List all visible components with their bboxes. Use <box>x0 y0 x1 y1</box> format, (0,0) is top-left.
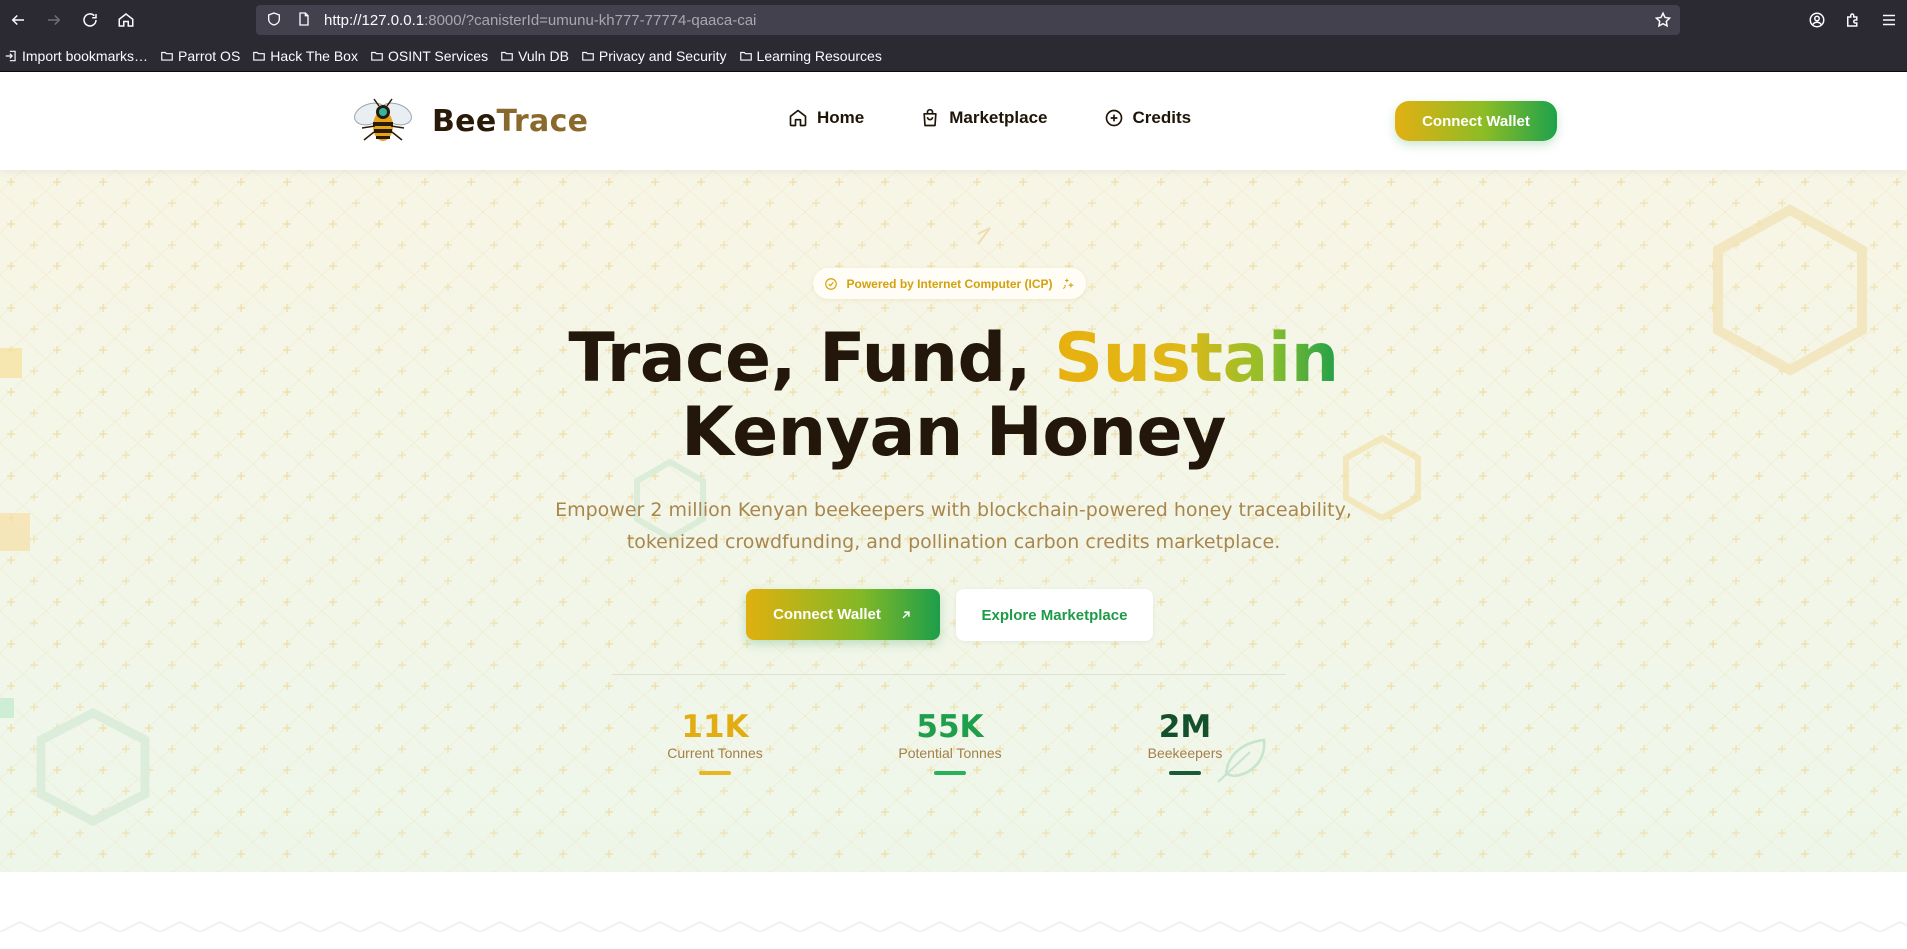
bookmark-label: Parrot OS <box>178 47 241 64</box>
folder-icon <box>739 51 752 61</box>
nav-credits-label: Credits <box>1132 108 1192 127</box>
brand-name: BeeTrace <box>432 103 589 139</box>
arrow-up-right-icon <box>902 610 910 618</box>
bookmark-folder-vuln-db[interactable]: Vuln DB <box>500 48 569 64</box>
back-arrow-icon <box>11 14 24 26</box>
browser-toolbar: http://127.0.0.1:8000/?canisterId=umunu-… <box>0 0 1907 40</box>
bookmarks-bar: Import bookmarks… Parrot OS Hack The Box… <box>0 40 1907 72</box>
import-icon <box>5 50 16 61</box>
stat-underline <box>934 771 966 775</box>
check-circle-icon <box>825 277 838 290</box>
brand-logo-link[interactable]: BeeTrace <box>352 94 588 148</box>
bookmark-folder-osint[interactable]: OSINT Services <box>370 48 488 64</box>
folder-icon <box>371 51 383 61</box>
bookmark-label: Hack The Box <box>270 47 358 64</box>
next-section-pattern <box>0 912 1907 949</box>
headline-line-2: Kenyan Honey <box>681 393 1226 472</box>
home-button[interactable] <box>108 0 144 40</box>
bookmark-folder-parrot-os[interactable]: Parrot OS <box>160 48 240 64</box>
menu-button[interactable] <box>1871 0 1907 40</box>
shield-icon <box>266 11 284 29</box>
puzzle-icon <box>1847 13 1858 27</box>
url-bar[interactable]: http://127.0.0.1:8000/?canisterId=umunu-… <box>256 5 1680 35</box>
stat-value: 11K <box>681 709 749 745</box>
home-icon <box>118 13 134 27</box>
nav-home-label: Home <box>817 108 865 127</box>
hero-headline: Trace, Fund, Sustain Kenyan Honey <box>0 322 1907 470</box>
bookmark-label: OSINT Services <box>387 47 489 64</box>
hero-subtitle: Empower 2 million Kenyan beekeepers with… <box>0 494 1907 558</box>
shopping-bag-icon <box>923 108 937 127</box>
reload-icon <box>83 13 97 27</box>
header-connect-wallet-button[interactable]: Connect Wallet <box>1395 101 1557 141</box>
stat-current-tonnes: 11K Current Tonnes <box>645 707 785 775</box>
explore-marketplace-button[interactable]: Explore Marketplace <box>956 589 1153 641</box>
stat-label: Potential Tonnes <box>898 745 1002 761</box>
bookmark-label: Privacy and Security <box>598 47 727 64</box>
stat-underline <box>699 771 731 775</box>
headline-accent: Sustain <box>1054 319 1339 398</box>
bookmark-import[interactable]: Import bookmarks… <box>4 48 148 64</box>
nav-credits[interactable]: Credits <box>1104 108 1192 128</box>
folder-icon <box>582 51 594 61</box>
nav-marketplace[interactable]: Marketplace <box>920 108 1048 128</box>
headline-line-1: Trace, Fund, Sustain <box>0 322 1907 396</box>
page-icon <box>296 11 314 29</box>
plus-circle-icon <box>1105 109 1122 127</box>
stat-label: Current Tonnes <box>667 745 763 761</box>
bookmark-folder-learning[interactable]: Learning Resources <box>739 48 882 64</box>
reload-button[interactable] <box>72 0 108 40</box>
home-icon <box>789 109 807 127</box>
sparkle-icon <box>1062 278 1073 289</box>
stat-label: Beekeepers <box>1147 745 1223 761</box>
header-connect-wallet-label: Connect Wallet <box>1422 112 1530 130</box>
bookmark-folder-privacy[interactable]: Privacy and Security <box>581 48 727 64</box>
main-nav: Home Marketplace Credits <box>788 108 1247 128</box>
hero-divider <box>612 674 1286 675</box>
stat-underline <box>1169 771 1201 775</box>
stat-value: 2M <box>1158 709 1212 745</box>
stat-potential-tonnes: 55K Potential Tonnes <box>880 707 1020 775</box>
back-button[interactable] <box>0 0 36 40</box>
nav-home[interactable]: Home <box>788 108 864 128</box>
headline-plain: Trace, Fund, <box>568 319 1055 398</box>
folder-icon <box>501 51 513 61</box>
icp-badge-text: Powered by Internet Computer (ICP) <box>846 276 1053 291</box>
forward-arrow-icon <box>48 14 61 26</box>
nav-marketplace-label: Marketplace <box>949 108 1048 127</box>
subtitle-line-2: tokenized crowdfunding, and pollination … <box>626 531 1281 553</box>
bookmark-star-icon[interactable] <box>1654 11 1672 29</box>
bookmark-label: Learning Resources <box>756 47 882 64</box>
bee-logo-icon <box>354 98 412 141</box>
account-button[interactable] <box>1799 0 1835 40</box>
subtitle-line-1: Empower 2 million Kenyan beekeepers with… <box>555 499 1352 521</box>
stat-beekeepers: 2M Beekeepers <box>1115 707 1255 775</box>
stat-value: 55K <box>916 709 984 745</box>
folder-icon <box>161 51 173 61</box>
account-icon <box>1809 12 1825 28</box>
icp-badge: Powered by Internet Computer (ICP) <box>813 268 1086 299</box>
explore-marketplace-label: Explore Marketplace <box>981 606 1128 624</box>
hero-connect-wallet-button[interactable]: Connect Wallet <box>746 589 940 640</box>
folder-icon <box>253 51 266 61</box>
extensions-button[interactable] <box>1835 0 1871 40</box>
hero-connect-wallet-label: Connect Wallet <box>773 606 881 623</box>
toolbar-right <box>1799 0 1907 40</box>
forward-button[interactable] <box>36 0 72 40</box>
site-header: BeeTrace Home Marketplace Credits <box>0 72 1907 170</box>
hamburger-icon <box>1883 14 1895 26</box>
bookmark-folder-hack-the-box[interactable]: Hack The Box <box>252 48 358 64</box>
bookmark-label: Vuln DB <box>518 47 569 64</box>
next-section <box>0 872 1907 949</box>
url-text: http://127.0.0.1:8000/?canisterId=umunu-… <box>324 11 757 29</box>
bookmark-label: Import bookmarks… <box>22 47 149 64</box>
